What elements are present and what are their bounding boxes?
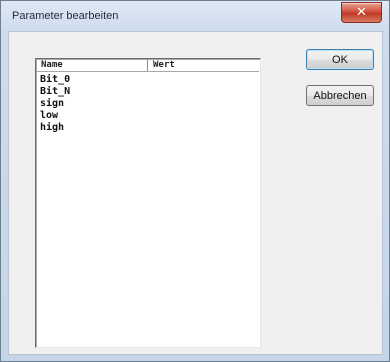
close-icon: ✕ xyxy=(356,4,367,19)
close-button[interactable]: ✕ xyxy=(341,2,382,23)
list-item[interactable]: low xyxy=(38,110,70,122)
list-item[interactable]: Bit_N xyxy=(38,86,70,98)
column-header-value[interactable]: Wert xyxy=(149,60,259,71)
list-rows: Bit_0 Bit_N sign low high xyxy=(38,74,70,134)
list-item[interactable]: high xyxy=(38,122,70,134)
window-title: Parameter bearbeiten xyxy=(12,10,119,22)
cancel-button[interactable]: Abbrechen xyxy=(306,85,374,106)
ok-button[interactable]: OK xyxy=(306,49,374,70)
parameter-list[interactable]: Name Wert Bit_0 Bit_N sign low high xyxy=(35,58,261,348)
column-header-name[interactable]: Name xyxy=(37,60,148,71)
list-item[interactable]: sign xyxy=(38,98,70,110)
dialog-client-area: Name Wert Bit_0 Bit_N sign low high OK A… xyxy=(8,31,383,355)
list-item[interactable]: Bit_0 xyxy=(38,74,70,86)
dialog-window: Parameter bearbeiten ✕ Name Wert Bit_0 B… xyxy=(0,0,390,362)
title-bar[interactable]: Parameter bearbeiten ✕ xyxy=(1,1,389,31)
list-header: Name Wert xyxy=(37,60,259,72)
